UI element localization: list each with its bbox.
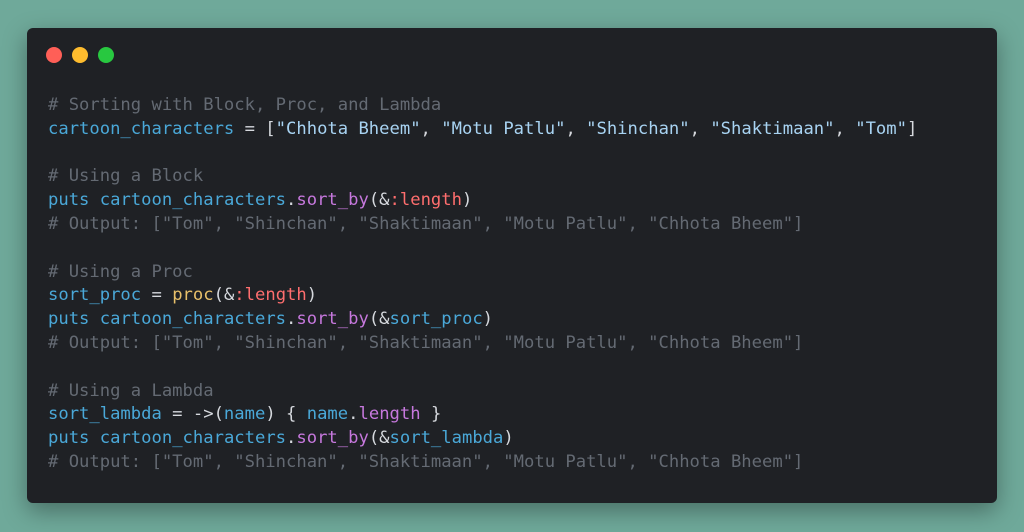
code-token-comment: # Sorting with Block, Proc, and Lambda	[48, 95, 442, 115]
code-token-string: "Tom"	[855, 118, 907, 139]
code-token-string: "Shinchan"	[586, 118, 690, 139]
code-token-ident: sort_proc	[389, 309, 483, 330]
code-line: # Output: ["Tom", "Shinchan", "Shaktimaa…	[48, 332, 917, 356]
minimize-light[interactable]	[72, 47, 88, 63]
code-line: # Output: ["Tom", "Shinchan", "Shaktimaa…	[48, 451, 917, 475]
code-token-plain: =	[141, 285, 173, 306]
code-token-plain: .	[286, 190, 297, 211]
code-line: sort_proc = proc(&:length)	[48, 284, 917, 308]
code-token-comment: # Output: ["Tom", "Shinchan", "Shaktimaa…	[48, 451, 804, 472]
code-token-ident: cartoon_characters	[99, 428, 287, 449]
code-line: puts cartoon_characters.sort_by(&sort_la…	[48, 427, 917, 451]
close-light[interactable]	[46, 47, 62, 63]
code-window: # Sorting with Block, Proc, and Lambda ca…	[27, 28, 997, 503]
code-token-comment: # Using a Block	[48, 166, 204, 187]
code-token-ident: sort_proc	[48, 285, 142, 306]
code-token-plain: ,	[420, 118, 442, 139]
code-token-string: "Motu Patlu"	[441, 118, 566, 139]
code-token-ident: cartoon_characters	[99, 309, 287, 330]
code-token-ident: puts	[48, 190, 90, 211]
code-token-ident: name	[306, 404, 349, 425]
code-line: puts cartoon_characters.sort_by(&:length…	[48, 189, 917, 213]
code-block: # Sorting with Block, Proc, and Lambda ca…	[48, 94, 917, 475]
code-token-plain: )	[503, 428, 514, 449]
code-token-plain: .	[348, 404, 359, 425]
code-token-ident: puts	[48, 309, 90, 330]
code-token-plain: (&	[213, 285, 235, 306]
code-token-plain: ,	[689, 118, 711, 139]
code-line: # Sorting with Block, Proc, and Lambda	[48, 94, 917, 118]
code-token-plain: = [	[234, 118, 276, 139]
code-token-symbol: :length	[389, 190, 462, 211]
code-token-plain: )	[482, 309, 494, 330]
code-token-ident: puts	[48, 428, 90, 449]
code-line: # Using a Block	[48, 165, 917, 189]
code-token-plain: ]	[906, 118, 918, 139]
code-token-string: "Shaktimaan"	[710, 118, 835, 139]
code-token-plain: ) {	[265, 404, 307, 425]
code-token-method: sort_by	[296, 190, 369, 211]
code-line: cartoon_characters = ["Chhota Bheem", "M…	[48, 118, 917, 142]
code-token-method: sort_by	[296, 309, 369, 330]
code-line: puts cartoon_characters.sort_by(&sort_pr…	[48, 308, 917, 332]
code-token-ident: cartoon_characters	[48, 118, 235, 139]
code-line: # Output: ["Tom", "Shinchan", "Shaktimaa…	[48, 213, 917, 237]
code-token-string: "Chhota Bheem"	[275, 118, 421, 139]
code-token-plain: )	[461, 190, 473, 211]
maximize-light[interactable]	[98, 47, 114, 63]
code-line: # Using a Proc	[48, 261, 917, 285]
window-controls	[46, 47, 114, 63]
code-token-comment: # Using a Lambda	[48, 380, 214, 401]
code-token-ident: sort_lambda	[48, 404, 162, 425]
code-token-plain: )	[306, 285, 318, 306]
code-token-plain: (&	[368, 190, 390, 211]
code-token-plain: .	[286, 428, 297, 449]
code-token-plain: }	[420, 404, 442, 425]
code-token-func: proc	[172, 285, 214, 306]
code-token-plain: ,	[834, 118, 856, 139]
code-token-plain: ,	[565, 118, 587, 139]
code-token-ident: cartoon_characters	[99, 190, 287, 211]
code-token-comment: # Using a Proc	[48, 261, 193, 282]
code-line: sort_lambda = ->(name) { name.length }	[48, 403, 917, 427]
code-token-comment: # Output: ["Tom", "Shinchan", "Shaktimaa…	[48, 213, 804, 234]
code-token-plain: = ->(	[161, 404, 224, 425]
code-token-plain: (&	[368, 309, 390, 330]
code-token-plain: (&	[368, 428, 390, 449]
code-token-method: sort_by	[296, 428, 369, 449]
code-token-method: length	[358, 404, 421, 425]
code-token-ident: sort_lambda	[389, 428, 504, 449]
code-token-plain: .	[286, 309, 297, 330]
code-token-ident: name	[223, 404, 266, 425]
code-token-comment: # Output: ["Tom", "Shinchan", "Shaktimaa…	[48, 332, 804, 353]
code-token-symbol: :length	[234, 285, 307, 306]
code-line: # Using a Lambda	[48, 380, 917, 404]
